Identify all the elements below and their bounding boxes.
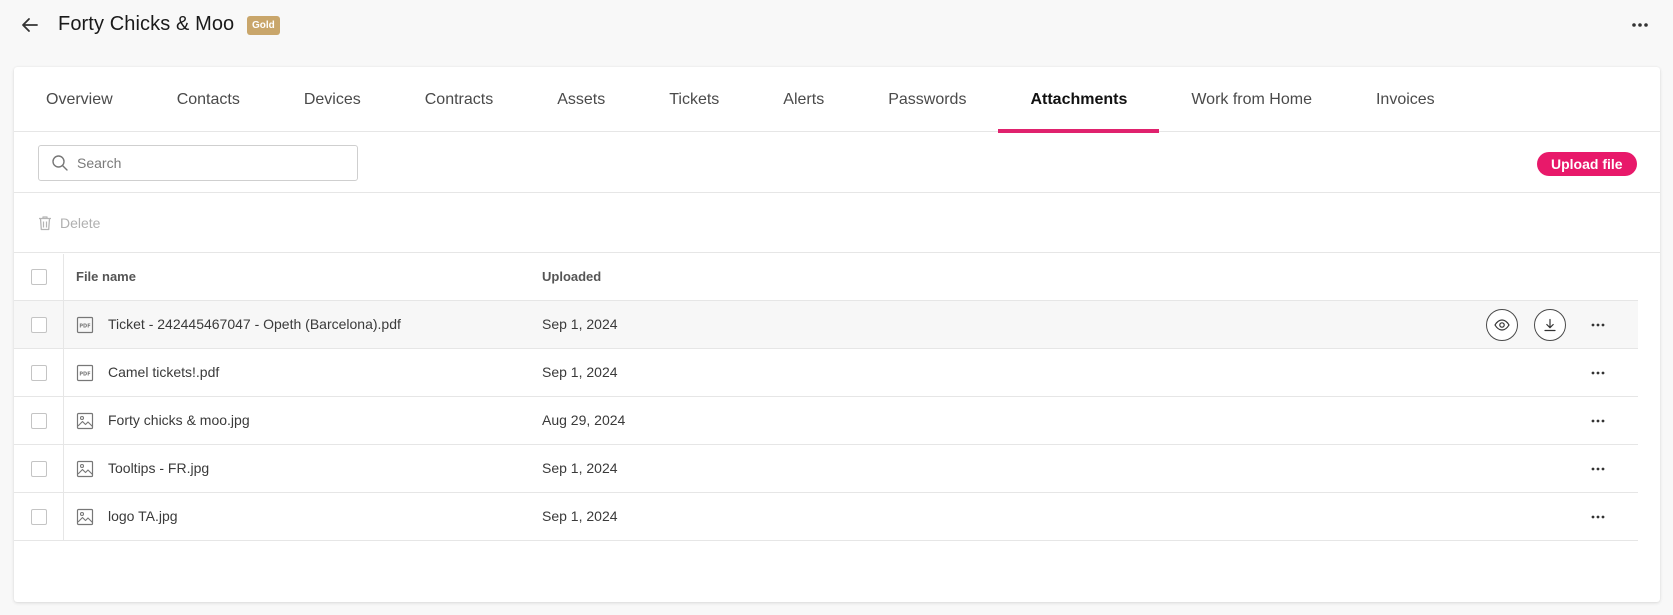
tab-invoices[interactable]: Invoices bbox=[1344, 67, 1467, 132]
search-icon bbox=[51, 154, 69, 172]
toolbar: Upload file bbox=[14, 133, 1660, 193]
tab-passwords[interactable]: Passwords bbox=[856, 67, 998, 132]
row-checkbox[interactable] bbox=[30, 508, 47, 525]
image-file-icon bbox=[76, 508, 94, 526]
action-bar: Delete bbox=[14, 193, 1660, 253]
row-more-icon[interactable] bbox=[1582, 501, 1614, 533]
row-more-icon[interactable] bbox=[1582, 309, 1614, 341]
select-all-cell bbox=[14, 254, 64, 300]
row-more-icon[interactable] bbox=[1582, 405, 1614, 437]
row-actions bbox=[1582, 445, 1638, 492]
tab-contacts[interactable]: Contacts bbox=[145, 67, 272, 132]
eye-icon bbox=[1494, 318, 1510, 331]
search-input[interactable] bbox=[77, 155, 347, 171]
delete-label: Delete bbox=[60, 215, 101, 231]
image-file-icon bbox=[76, 412, 94, 430]
table-row[interactable]: logo TA.jpg Sep 1, 2024 bbox=[14, 493, 1638, 541]
tab-assets[interactable]: Assets bbox=[525, 67, 637, 132]
pdf-file-icon: PDF bbox=[76, 316, 94, 334]
table-row[interactable]: Forty chicks & moo.jpg Aug 29, 2024 bbox=[14, 397, 1638, 445]
row-more-icon[interactable] bbox=[1582, 357, 1614, 389]
back-arrow-icon[interactable] bbox=[18, 13, 42, 37]
tab-overview[interactable]: Overview bbox=[14, 67, 145, 132]
delete-button[interactable]: Delete bbox=[38, 213, 100, 233]
column-header-uploaded[interactable]: Uploaded bbox=[542, 269, 601, 284]
upload-date: Sep 1, 2024 bbox=[542, 316, 618, 332]
file-name[interactable]: Camel tickets!.pdf bbox=[108, 364, 219, 380]
row-checkbox[interactable] bbox=[30, 316, 47, 333]
tab-contracts[interactable]: Contracts bbox=[393, 67, 525, 132]
image-file-icon bbox=[76, 460, 94, 478]
table-row[interactable]: PDF Camel tickets!.pdf Sep 1, 2024 bbox=[14, 349, 1638, 397]
select-all-checkbox[interactable] bbox=[30, 269, 47, 285]
row-checkbox[interactable] bbox=[30, 364, 47, 381]
row-checkbox-cell bbox=[14, 349, 64, 396]
file-name[interactable]: Tooltips - FR.jpg bbox=[108, 460, 209, 476]
upload-date: Aug 29, 2024 bbox=[542, 412, 626, 428]
tab-devices[interactable]: Devices bbox=[272, 67, 393, 132]
tab-alerts[interactable]: Alerts bbox=[751, 67, 856, 132]
tab-attachments[interactable]: Attachments bbox=[998, 67, 1160, 133]
table-row[interactable]: Tooltips - FR.jpg Sep 1, 2024 bbox=[14, 445, 1638, 493]
tab-work-from-home[interactable]: Work from Home bbox=[1159, 67, 1344, 132]
column-header-file-name[interactable]: File name bbox=[76, 269, 136, 284]
tab-tickets[interactable]: Tickets bbox=[637, 67, 751, 132]
upload-date: Sep 1, 2024 bbox=[542, 508, 618, 524]
more-options-icon[interactable] bbox=[1627, 12, 1653, 38]
upload-date: Sep 1, 2024 bbox=[542, 460, 618, 476]
tier-badge: Gold bbox=[247, 16, 280, 35]
preview-button[interactable] bbox=[1486, 308, 1518, 341]
top-bar: Forty Chicks & Moo Gold bbox=[0, 0, 1673, 52]
row-checkbox-cell bbox=[14, 445, 64, 492]
table-header: File name Uploaded bbox=[14, 254, 1638, 301]
file-name[interactable]: Forty chicks & moo.jpg bbox=[108, 412, 250, 428]
row-checkbox-cell bbox=[14, 493, 64, 540]
svg-text:PDF: PDF bbox=[79, 372, 90, 378]
row-checkbox[interactable] bbox=[30, 412, 47, 429]
download-button[interactable] bbox=[1534, 308, 1566, 341]
file-name[interactable]: Ticket - 242445467047 - Opeth (Barcelona… bbox=[108, 316, 401, 332]
upload-date: Sep 1, 2024 bbox=[542, 364, 618, 380]
row-checkbox[interactable] bbox=[30, 460, 47, 477]
search-box bbox=[38, 145, 358, 181]
page-title: Forty Chicks & Moo bbox=[58, 13, 235, 35]
download-icon bbox=[1543, 318, 1557, 332]
row-actions bbox=[1582, 493, 1638, 540]
tab-bar: Overview Contacts Devices Contracts Asse… bbox=[14, 67, 1660, 133]
trash-icon bbox=[38, 215, 52, 231]
row-actions bbox=[1582, 349, 1638, 396]
pdf-file-icon: PDF bbox=[76, 364, 94, 382]
row-more-icon[interactable] bbox=[1582, 453, 1614, 485]
content-card: Overview Contacts Devices Contracts Asse… bbox=[14, 67, 1660, 602]
table-row[interactable]: PDF Ticket - 242445467047 - Opeth (Barce… bbox=[14, 301, 1638, 349]
attachments-table: File name Uploaded PDF Ticket - 24244546… bbox=[14, 254, 1638, 541]
file-name[interactable]: logo TA.jpg bbox=[108, 508, 178, 524]
row-checkbox-cell bbox=[14, 397, 64, 444]
upload-file-button[interactable]: Upload file bbox=[1537, 152, 1637, 176]
row-actions bbox=[1582, 397, 1638, 444]
svg-text:PDF: PDF bbox=[79, 324, 90, 330]
row-checkbox-cell bbox=[14, 301, 64, 348]
row-actions bbox=[1486, 301, 1638, 348]
